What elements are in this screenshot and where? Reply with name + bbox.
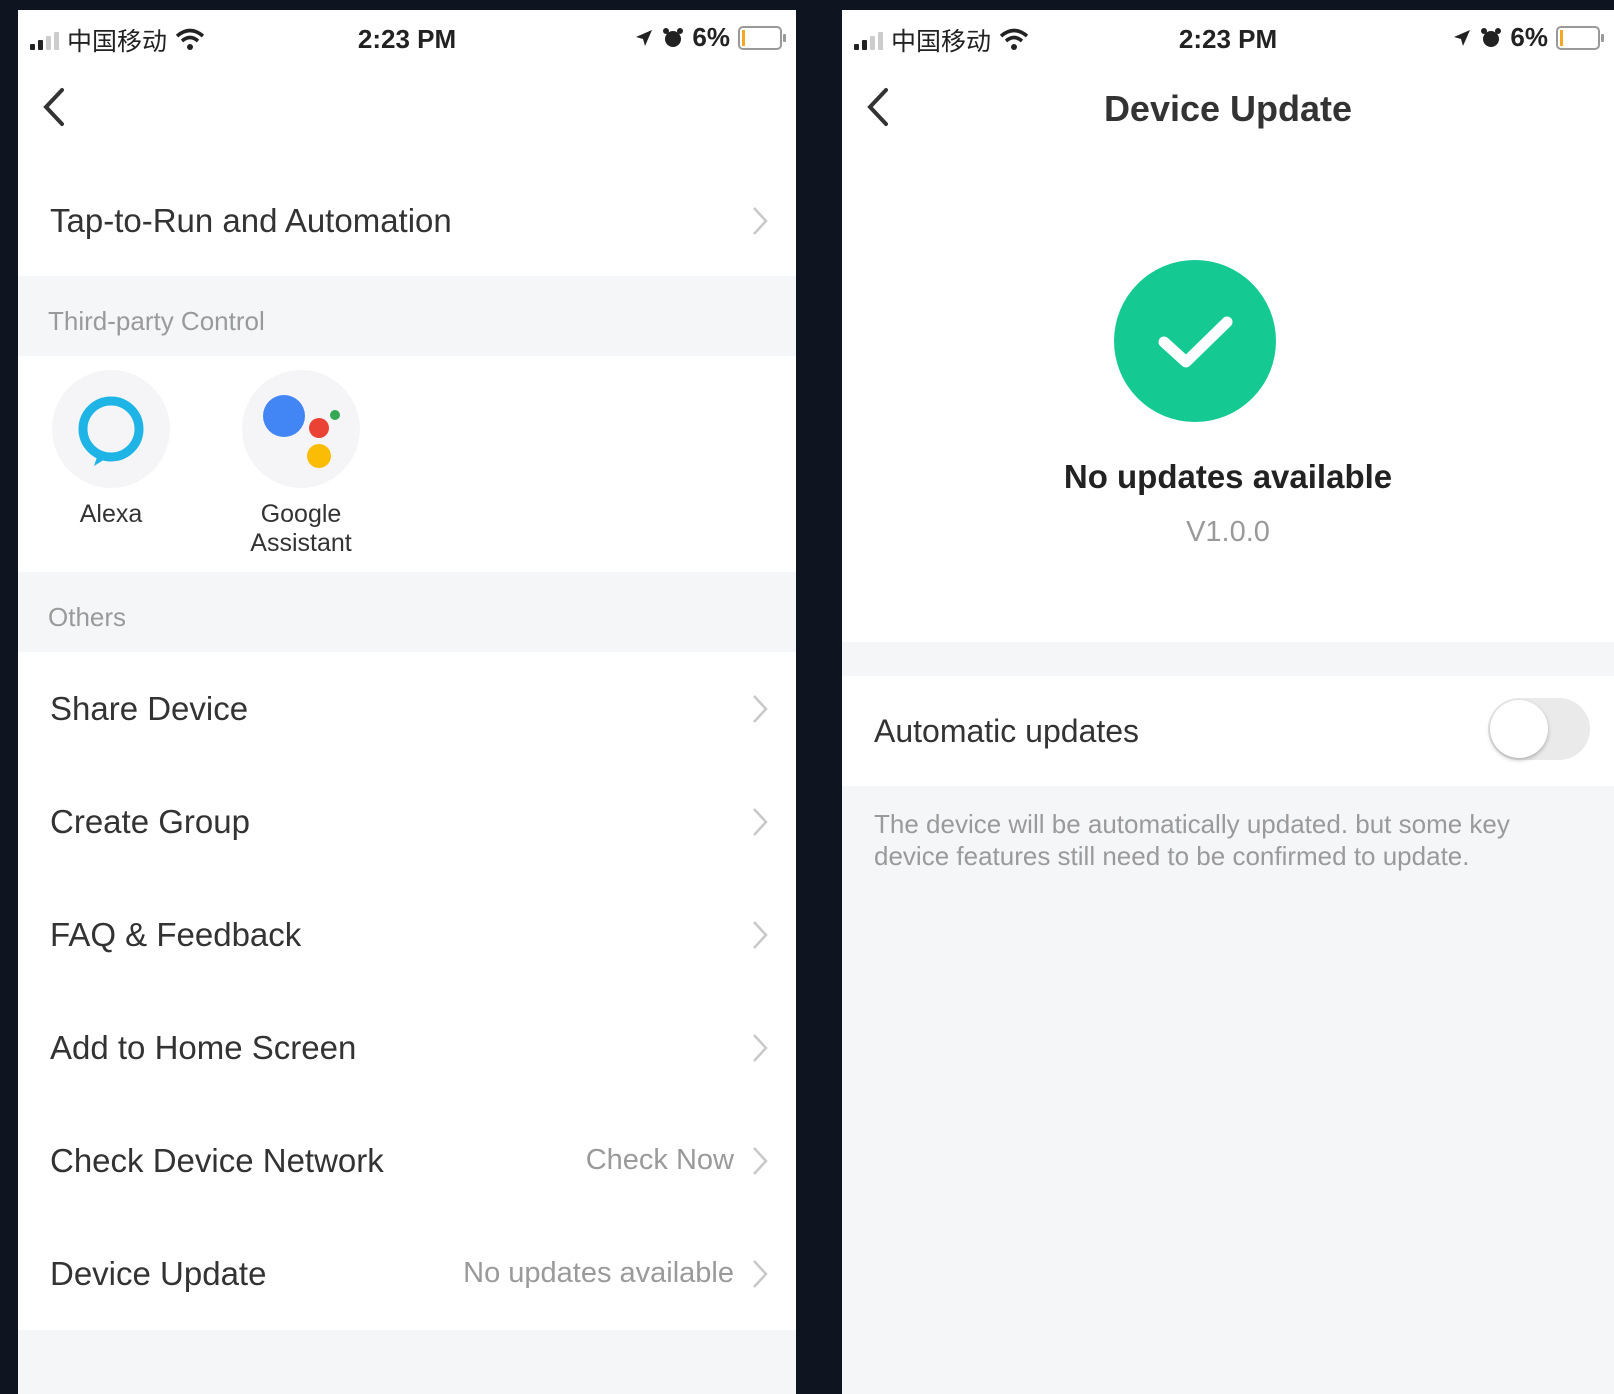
alexa-button[interactable]: Alexa (26, 370, 196, 529)
automatic-updates-note: The device will be automatically updated… (874, 809, 1510, 871)
toggle-knob (1490, 700, 1548, 758)
chevron-left-icon (43, 88, 64, 126)
nav-bar (18, 66, 796, 156)
google-assistant-label-line2: Assistant (250, 529, 352, 557)
tap-to-run-label: Tap-to-Run and Automation (50, 202, 452, 239)
google-assistant-icon (242, 370, 360, 488)
device-update-screen: 中国移动 2:23 PM 6% Device Update No updates… (842, 10, 1614, 1394)
chevron-right-icon (753, 694, 768, 723)
back-button[interactable] (40, 84, 90, 134)
update-status-title: No updates available (1063, 458, 1393, 495)
third-party-section-header: Third-party Control (18, 276, 796, 356)
page-title: Device Update (1103, 88, 1353, 129)
battery-icon (738, 25, 786, 50)
section-title: Others (48, 602, 127, 632)
third-party-control-panel: Alexa Google Assistant (18, 356, 796, 572)
location-arrow-icon (636, 29, 653, 46)
section-title: Third-party Control (48, 306, 265, 336)
chevron-right-icon (753, 920, 768, 949)
success-check-icon (1114, 260, 1276, 422)
device-update-row[interactable]: Device Update No updates available (18, 1217, 796, 1330)
row-label: FAQ & Feedback (50, 915, 302, 953)
create-group-row[interactable]: Create Group (18, 765, 796, 878)
tap-to-run-row[interactable]: Tap-to-Run and Automation (18, 166, 796, 276)
battery-percent: 6% (692, 22, 730, 52)
chevron-right-icon (753, 1259, 768, 1288)
status-bar: 中国移动 2:23 PM 6% (18, 10, 796, 66)
nav-bar: Device Update (842, 66, 1614, 156)
automatic-updates-row: Automatic updates (842, 676, 1614, 786)
row-label: Share Device (50, 689, 249, 727)
chevron-right-icon (753, 207, 768, 235)
alarm-icon (663, 27, 684, 47)
check-now-link[interactable]: Check Now (586, 1144, 734, 1177)
row-label: Create Group (50, 802, 250, 840)
location-arrow-icon (1454, 29, 1471, 46)
status-bar: 中国移动 2:23 PM 6% (842, 10, 1614, 66)
share-device-row[interactable]: Share Device (18, 652, 796, 765)
bottom-spacer (18, 1330, 796, 1394)
device-settings-screen: 中国移动 2:23 PM 6% Tap-to-Run and Automatio… (18, 10, 796, 1394)
automatic-updates-toggle[interactable] (1488, 698, 1590, 760)
check-device-network-row[interactable]: Check Device Network Check Now (18, 1104, 796, 1217)
faq-feedback-row[interactable]: FAQ & Feedback (18, 878, 796, 991)
google-assistant-button[interactable]: Google Assistant (216, 370, 386, 558)
others-section-header: Others (18, 572, 796, 652)
row-label: Check Device Network (50, 1141, 384, 1179)
add-to-home-screen-row[interactable]: Add to Home Screen (18, 991, 796, 1104)
chevron-right-icon (753, 1146, 768, 1175)
row-label: Device Update (50, 1254, 267, 1292)
battery-icon (1556, 25, 1604, 50)
google-assistant-label-line1: Google (260, 500, 342, 528)
chevron-right-icon (753, 1033, 768, 1062)
row-label: Add to Home Screen (50, 1028, 357, 1066)
automatic-updates-label: Automatic updates (874, 712, 1140, 749)
alexa-icon (52, 370, 170, 488)
alarm-icon (1481, 27, 1502, 47)
chevron-right-icon (753, 807, 768, 836)
firmware-version: V1.0.0 (1186, 516, 1270, 548)
battery-percent: 6% (1510, 22, 1548, 52)
alexa-label: Alexa (79, 500, 143, 528)
update-status-value: No updates available (463, 1257, 734, 1289)
